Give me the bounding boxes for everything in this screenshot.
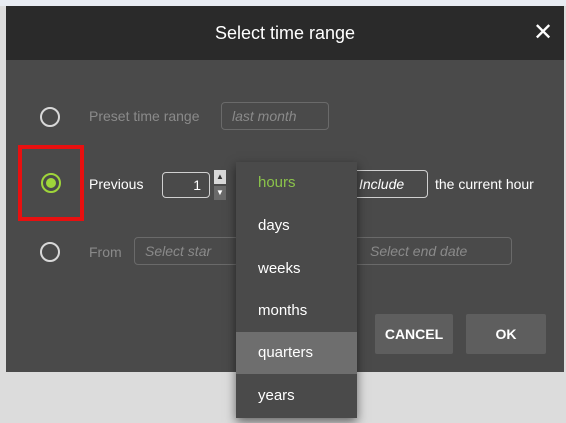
unit-option-quarters[interactable]: quarters [236,332,357,374]
radio-from[interactable] [40,242,60,262]
cancel-button[interactable]: CANCEL [375,314,453,354]
ok-button[interactable]: OK [466,314,546,354]
unit-option-hours[interactable]: hours [236,162,357,204]
radio-preset[interactable] [40,107,60,127]
start-date-input[interactable]: Select star [134,237,239,265]
dialog-header: Select time range ✕ [6,6,564,60]
preset-label: Preset time range [89,108,200,124]
end-date-input[interactable]: Select end date [354,237,512,265]
unit-option-years[interactable]: years [236,375,357,417]
close-icon[interactable]: ✕ [528,18,558,48]
stepper-up-icon[interactable]: ▲ [214,170,226,184]
radio-previous[interactable] [41,173,61,193]
dialog-title: Select time range [214,23,356,43]
preset-select[interactable]: last month [221,102,329,130]
include-toggle[interactable]: Include [348,170,428,198]
previous-label: Previous [89,176,144,192]
previous-count-input[interactable]: 1 [162,172,210,198]
unit-option-days[interactable]: days [236,205,357,247]
unit-option-months[interactable]: months [236,290,357,332]
from-label: From [89,244,122,260]
stepper-down-icon[interactable]: ▼ [214,186,226,200]
count-stepper: ▲ ▼ [214,170,226,200]
unit-dropdown: hours days weeks months quarters years [236,162,357,418]
unit-option-weeks[interactable]: weeks [236,248,357,290]
previous-suffix: the current hour [435,176,534,192]
